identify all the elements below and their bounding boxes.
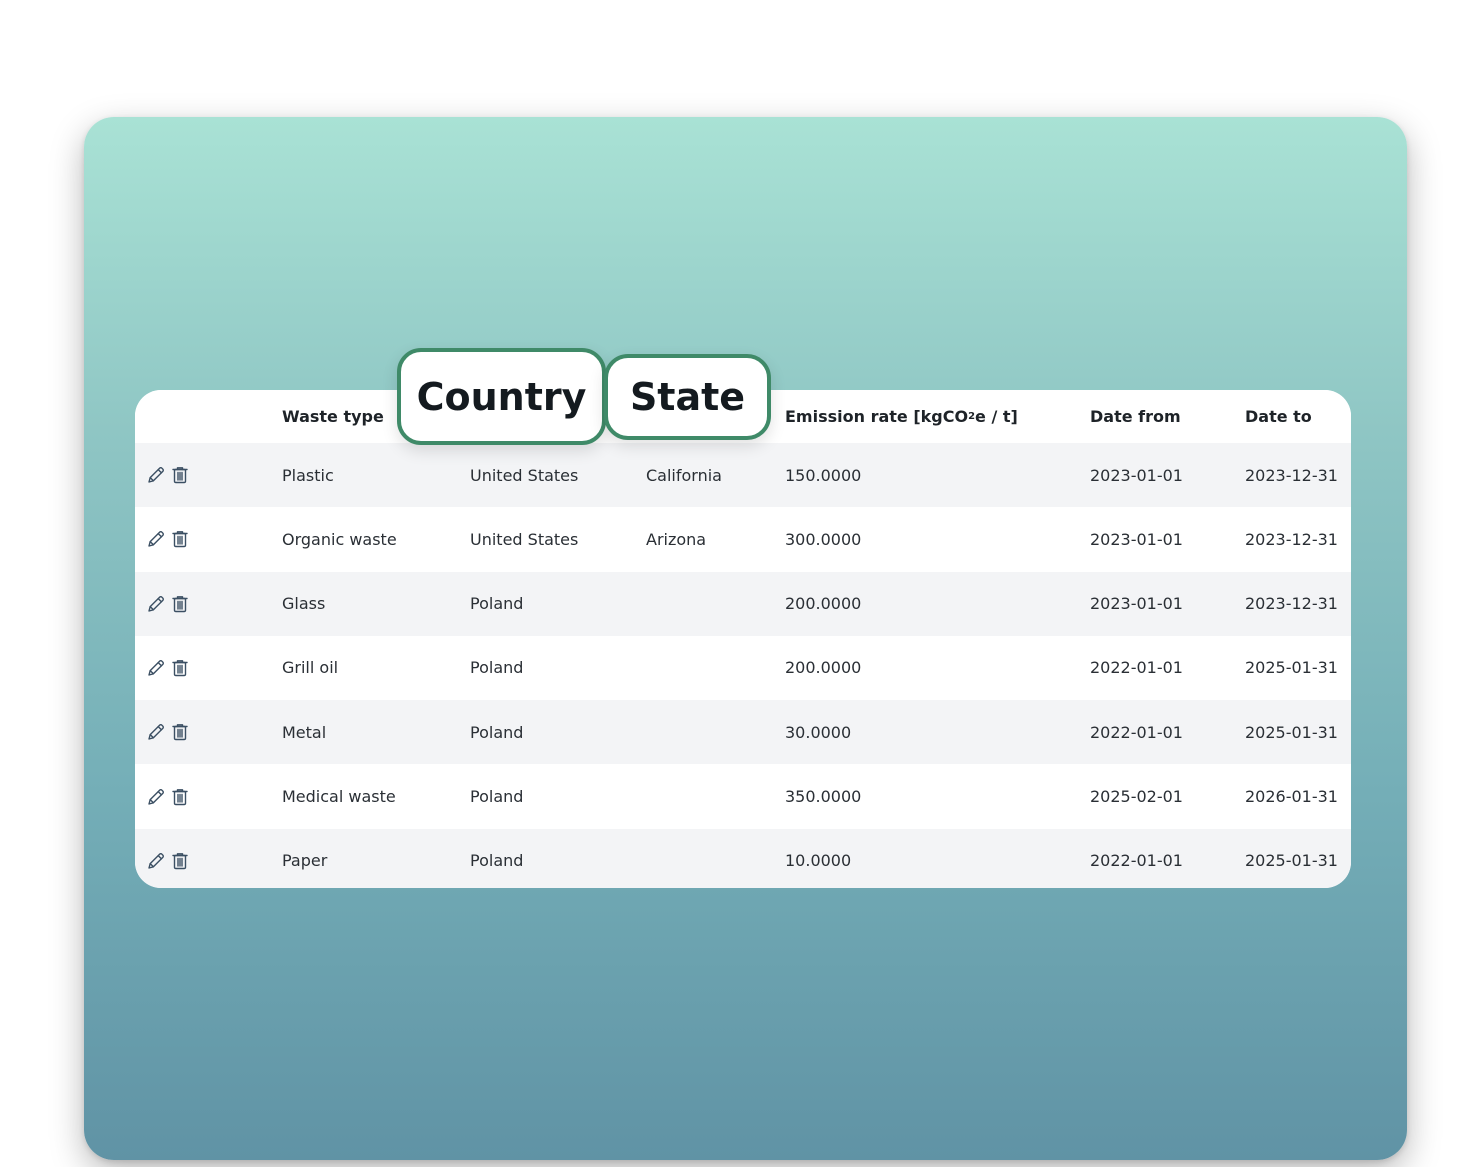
cell-waste-type: Metal bbox=[282, 722, 327, 742]
table-row: Medical waste Poland 350.0000 2025-02-01 202… bbox=[135, 764, 1351, 829]
cell-waste-type: Medical waste bbox=[282, 787, 396, 806]
trash-icon[interactable] bbox=[169, 786, 191, 808]
row-actions bbox=[145, 507, 191, 571]
pencil-icon[interactable] bbox=[145, 593, 167, 615]
cell-state: California bbox=[646, 465, 722, 485]
cell-waste-type: Organic waste bbox=[282, 529, 397, 549]
cell-date-from: 2022-01-01 bbox=[1090, 658, 1183, 678]
header-emission-rate-suffix: e / t] bbox=[975, 407, 1018, 426]
trash-icon[interactable] bbox=[169, 721, 191, 743]
cell-date-to: 2023-12-31 bbox=[1245, 465, 1338, 485]
cell-date-to: 2026-01-31 bbox=[1245, 787, 1338, 806]
header-date-from[interactable]: Date from bbox=[1090, 390, 1181, 443]
table-row: Organic waste United States Arizona 300.000… bbox=[135, 507, 1351, 572]
trash-icon[interactable] bbox=[169, 657, 191, 679]
cell-emission-rate: 200.0000 bbox=[785, 658, 862, 678]
cell-date-to: 2025-01-31 bbox=[1245, 851, 1338, 871]
cell-state: Arizona bbox=[646, 529, 707, 549]
pencil-icon[interactable] bbox=[145, 657, 167, 679]
trash-icon[interactable] bbox=[169, 593, 191, 615]
row-actions bbox=[145, 443, 191, 507]
pencil-icon[interactable] bbox=[145, 528, 167, 550]
cell-waste-type: Paper bbox=[282, 851, 328, 871]
table-row: Plastic United States California 150.0000 20… bbox=[135, 443, 1351, 507]
table-row: Grill oil Poland 200.0000 2022-01-01 2025-01… bbox=[135, 635, 1351, 700]
pencil-icon[interactable] bbox=[145, 850, 167, 872]
cell-date-from: 2023-01-01 bbox=[1090, 594, 1183, 614]
row-actions bbox=[145, 700, 191, 764]
pencil-icon[interactable] bbox=[145, 464, 167, 486]
header-emission-rate-prefix: Emission rate [kgCO bbox=[785, 407, 969, 426]
cell-date-from: 2022-01-01 bbox=[1090, 722, 1183, 742]
cell-date-from: 2025-02-01 bbox=[1090, 787, 1183, 806]
header-emission-rate[interactable]: Emission rate [kgCO 2 e / t] bbox=[785, 390, 1018, 443]
cell-country: Poland bbox=[470, 787, 524, 806]
state-callout: State bbox=[604, 354, 771, 440]
header-waste-type[interactable]: Waste type bbox=[282, 390, 384, 443]
cell-emission-rate: 300.0000 bbox=[785, 529, 862, 549]
cell-waste-type: Glass bbox=[282, 594, 326, 614]
row-actions bbox=[145, 765, 191, 829]
trash-icon[interactable] bbox=[169, 464, 191, 486]
cell-waste-type: Plastic bbox=[282, 465, 334, 485]
cell-waste-type: Grill oil bbox=[282, 658, 339, 678]
cell-emission-rate: 350.0000 bbox=[785, 787, 862, 806]
cell-country: Poland bbox=[470, 658, 524, 678]
trash-icon[interactable] bbox=[169, 528, 191, 550]
cell-date-to: 2025-01-31 bbox=[1245, 722, 1338, 742]
table-row: Metal Poland 30.0000 2022-01-01 2025-01-31 bbox=[135, 700, 1351, 765]
cell-date-to: 2025-01-31 bbox=[1245, 658, 1338, 678]
cell-date-from: 2023-01-01 bbox=[1090, 465, 1183, 485]
table-row: Glass Poland 200.0000 2023-01-01 2023-12-31 bbox=[135, 571, 1351, 636]
header-emission-rate-sub: 2 bbox=[968, 411, 976, 422]
cell-country: Poland bbox=[470, 851, 524, 871]
pencil-icon[interactable] bbox=[145, 786, 167, 808]
cell-country: Poland bbox=[470, 722, 524, 742]
emission-rates-table: Waste type Emission rate [kgCO 2 e / t] Da… bbox=[135, 390, 1351, 888]
table-row: Paper Poland 10.0000 2022-01-01 2025-01-31 bbox=[135, 828, 1351, 888]
cell-emission-rate: 30.0000 bbox=[785, 722, 852, 742]
pencil-icon[interactable] bbox=[145, 721, 167, 743]
cell-date-from: 2023-01-01 bbox=[1090, 529, 1183, 549]
cell-country: United States bbox=[470, 529, 579, 549]
header-date-to[interactable]: Date to bbox=[1245, 390, 1312, 443]
country-callout: Country bbox=[397, 348, 606, 445]
cell-date-to: 2023-12-31 bbox=[1245, 529, 1338, 549]
trash-icon[interactable] bbox=[169, 850, 191, 872]
row-actions bbox=[145, 829, 191, 888]
cell-country: United States bbox=[470, 465, 579, 485]
cell-emission-rate: 150.0000 bbox=[785, 465, 862, 485]
cell-date-to: 2023-12-31 bbox=[1245, 594, 1338, 614]
row-actions bbox=[145, 636, 191, 700]
cell-emission-rate: 200.0000 bbox=[785, 594, 862, 614]
row-actions bbox=[145, 572, 191, 636]
cell-emission-rate: 10.0000 bbox=[785, 851, 852, 871]
cell-date-from: 2022-01-01 bbox=[1090, 851, 1183, 871]
cell-country: Poland bbox=[470, 594, 524, 614]
